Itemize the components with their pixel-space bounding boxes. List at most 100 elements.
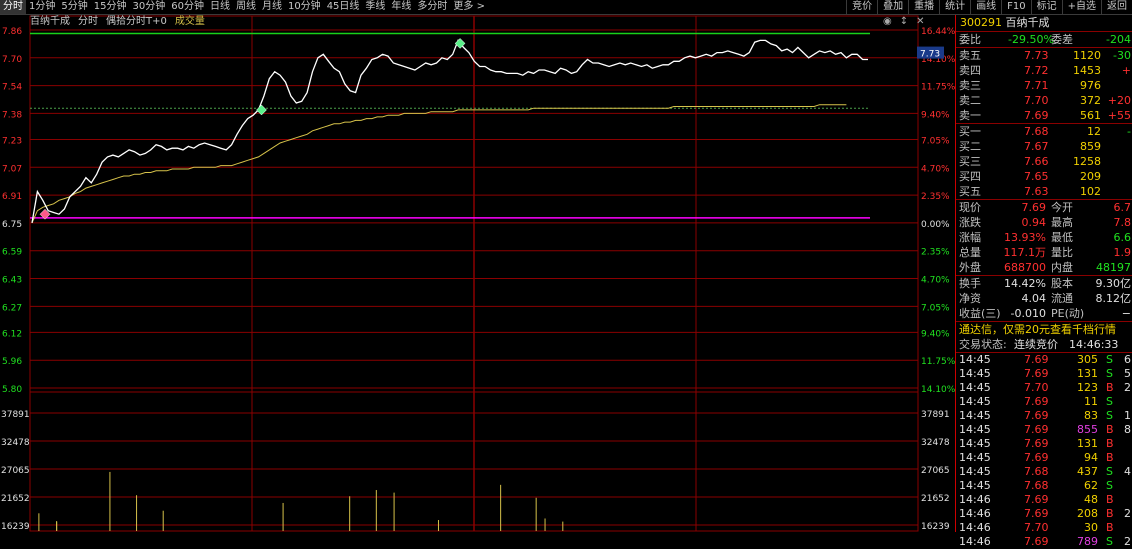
average-price-line bbox=[31, 104, 847, 224]
period-tab-8[interactable]: 月线 bbox=[259, 0, 285, 14]
period-tab-6[interactable]: 日线 bbox=[207, 0, 233, 14]
bid-label: 买三 bbox=[959, 155, 981, 168]
period-tab-4[interactable]: 30分钟 bbox=[129, 0, 168, 14]
trade-status-value: 连续竞价 bbox=[1014, 338, 1058, 351]
tick-side: B bbox=[1106, 521, 1114, 534]
price-tick-label: 6.91 bbox=[2, 192, 22, 202]
tick-count: 1 bbox=[1124, 409, 1131, 422]
period-tab-11[interactable]: 季线 bbox=[362, 0, 388, 14]
resize-icon[interactable]: ↕ bbox=[900, 16, 908, 27]
tick-row: 14:45 7.69 855 B 8 bbox=[956, 423, 1132, 437]
tick-time: 14:46 bbox=[959, 507, 991, 520]
stat-label-2: 今开 bbox=[1051, 201, 1073, 214]
tick-price: 7.70 bbox=[1024, 381, 1049, 394]
toolbar-button-8[interactable]: 返回 bbox=[1101, 0, 1132, 14]
toolbar-button-5[interactable]: F10 bbox=[1001, 0, 1030, 14]
period-tab-14[interactable]: 更多 > bbox=[450, 0, 488, 14]
bid-label: 买一 bbox=[959, 125, 981, 138]
period-tab-9[interactable]: 10分钟 bbox=[285, 0, 324, 14]
toolbar-button-6[interactable]: 标记 bbox=[1030, 0, 1062, 14]
toolbar-button-1[interactable]: 叠加 bbox=[877, 0, 908, 14]
bid-label: 买四 bbox=[959, 170, 981, 183]
tick-time: 14:45 bbox=[959, 395, 991, 408]
bid-price: 7.63 bbox=[1024, 185, 1049, 198]
percent-tick-label: 2.35% bbox=[921, 192, 950, 202]
ask-change: +20 bbox=[1107, 94, 1131, 107]
toolbar-button-7[interactable]: +自选 bbox=[1061, 0, 1101, 14]
volume-tick-label: 32478 bbox=[1, 438, 30, 448]
period-tab-3[interactable]: 15分钟 bbox=[91, 0, 130, 14]
ask-change: -30 bbox=[1113, 49, 1131, 62]
price-tick-label: 7.07 bbox=[2, 164, 22, 174]
percent-tick-label: 11.75% bbox=[921, 83, 955, 93]
stat-value-2: 8.12亿 bbox=[1095, 292, 1132, 305]
period-tab-12[interactable]: 年线 bbox=[388, 0, 414, 14]
stat-row: 涨跌 0.94 最高 7.8 bbox=[956, 215, 1132, 230]
tick-side: B bbox=[1106, 451, 1114, 464]
tick-volume: 94 bbox=[1084, 451, 1098, 464]
toolbar-button-2[interactable]: 重播 bbox=[908, 0, 939, 14]
indicator-icon[interactable]: ◉ bbox=[883, 16, 892, 27]
tick-side: S bbox=[1106, 535, 1113, 548]
stock-code: 300291 bbox=[960, 16, 1002, 29]
ask-price: 7.70 bbox=[1024, 94, 1049, 107]
stat-row: 收益(三) -0.010 PE(动) − bbox=[956, 306, 1132, 321]
period-tab-1[interactable]: 1分钟 bbox=[26, 0, 58, 14]
ask-volume: 1120 bbox=[1073, 49, 1101, 62]
toolbar-button-3[interactable]: 统计 bbox=[939, 0, 970, 14]
ask-label: 卖一 bbox=[959, 109, 981, 122]
toolbar-button-4[interactable]: 画线 bbox=[970, 0, 1001, 14]
ask-label: 卖三 bbox=[959, 79, 981, 92]
stat-label: 净资 bbox=[959, 292, 981, 305]
ask-row: 卖一 7.69 561 +55 bbox=[956, 108, 1132, 123]
toolbar-button-0[interactable]: 竞价 bbox=[846, 0, 877, 14]
tick-count: 6 bbox=[1124, 353, 1131, 366]
promo-notice[interactable]: 通达信，仅需20元查看千档行情 bbox=[956, 321, 1132, 337]
stat-value-2: 48197 bbox=[1096, 261, 1131, 274]
bid-row: 买二 7.67 859 bbox=[956, 139, 1132, 154]
price-tick-label: 7.23 bbox=[2, 136, 22, 146]
period-tab-0[interactable]: 分时 bbox=[0, 0, 26, 14]
tick-side: S bbox=[1106, 465, 1113, 478]
ask-volume: 372 bbox=[1080, 94, 1101, 107]
period-tab-10[interactable]: 45日线 bbox=[324, 0, 363, 14]
stat-row: 现价 7.69 今开 6.7 bbox=[956, 200, 1132, 215]
tick-volume: 131 bbox=[1077, 367, 1098, 380]
ask-label: 卖五 bbox=[959, 49, 981, 62]
tick-row: 14:45 7.69 131 S 5 bbox=[956, 367, 1132, 381]
tick-count: 2 bbox=[1124, 381, 1131, 394]
period-tab-7[interactable]: 周线 bbox=[233, 0, 259, 14]
percent-tick-label: 9.40% bbox=[921, 329, 950, 339]
period-tab-13[interactable]: 多分时 bbox=[414, 0, 450, 14]
tick-row: 14:45 7.69 131 B bbox=[956, 437, 1132, 451]
weibi-row: 委比 -29.50% 委差 -204 bbox=[956, 31, 1132, 47]
tick-row: 14:45 7.68 62 S bbox=[956, 479, 1132, 493]
tick-side: B bbox=[1106, 423, 1114, 436]
intraday-chart[interactable]: 7.86 16.44% 7.70 14.10% 7.54 11.75% 7.38 9.40% 7… bbox=[0, 15, 955, 532]
stat-row: 涨幅 13.93% 最低 6.6 bbox=[956, 230, 1132, 245]
stat-label-2: 内盘 bbox=[1051, 261, 1073, 274]
tick-row: 14:45 7.69 83 S 1 bbox=[956, 409, 1132, 423]
stat-value: 13.93% bbox=[1004, 231, 1046, 244]
trade-status-label: 交易状态: bbox=[959, 338, 1007, 351]
tick-price: 7.69 bbox=[1024, 395, 1049, 408]
period-tab-5[interactable]: 60分钟 bbox=[168, 0, 207, 14]
tick-price: 7.69 bbox=[1024, 437, 1049, 450]
tick-volume: 48 bbox=[1084, 493, 1098, 506]
stat-row: 净资 4.04 流通 8.12亿 bbox=[956, 291, 1132, 306]
close-icon[interactable]: ✕ bbox=[916, 16, 924, 27]
stat-label: 现价 bbox=[959, 201, 981, 214]
bid-price: 7.67 bbox=[1024, 140, 1049, 153]
tick-list[interactable]: 14:45 7.69 305 S 6 14:45 7.69 131 S 5 14:45 7.70 123… bbox=[956, 352, 1132, 549]
volume-tick-label-right: 27065 bbox=[921, 466, 950, 476]
volume-tick-label: 21652 bbox=[1, 494, 30, 504]
stat-value: -0.010 bbox=[1010, 307, 1046, 320]
toolbar-buttons: 竞价 叠加 重播 统计 画线 F10 标记 +自选 返回 bbox=[846, 0, 1132, 14]
volume-tick-label-right: 16239 bbox=[921, 522, 950, 532]
price-tick-label: 5.80 bbox=[2, 385, 22, 395]
trade-status-row: 交易状态: 连续竞价 14:46:33 bbox=[956, 337, 1132, 352]
tick-side: S bbox=[1106, 395, 1113, 408]
tick-time: 14:45 bbox=[959, 465, 991, 478]
period-tab-2[interactable]: 5分钟 bbox=[58, 0, 90, 14]
price-tick-label: 6.75 bbox=[2, 220, 22, 230]
